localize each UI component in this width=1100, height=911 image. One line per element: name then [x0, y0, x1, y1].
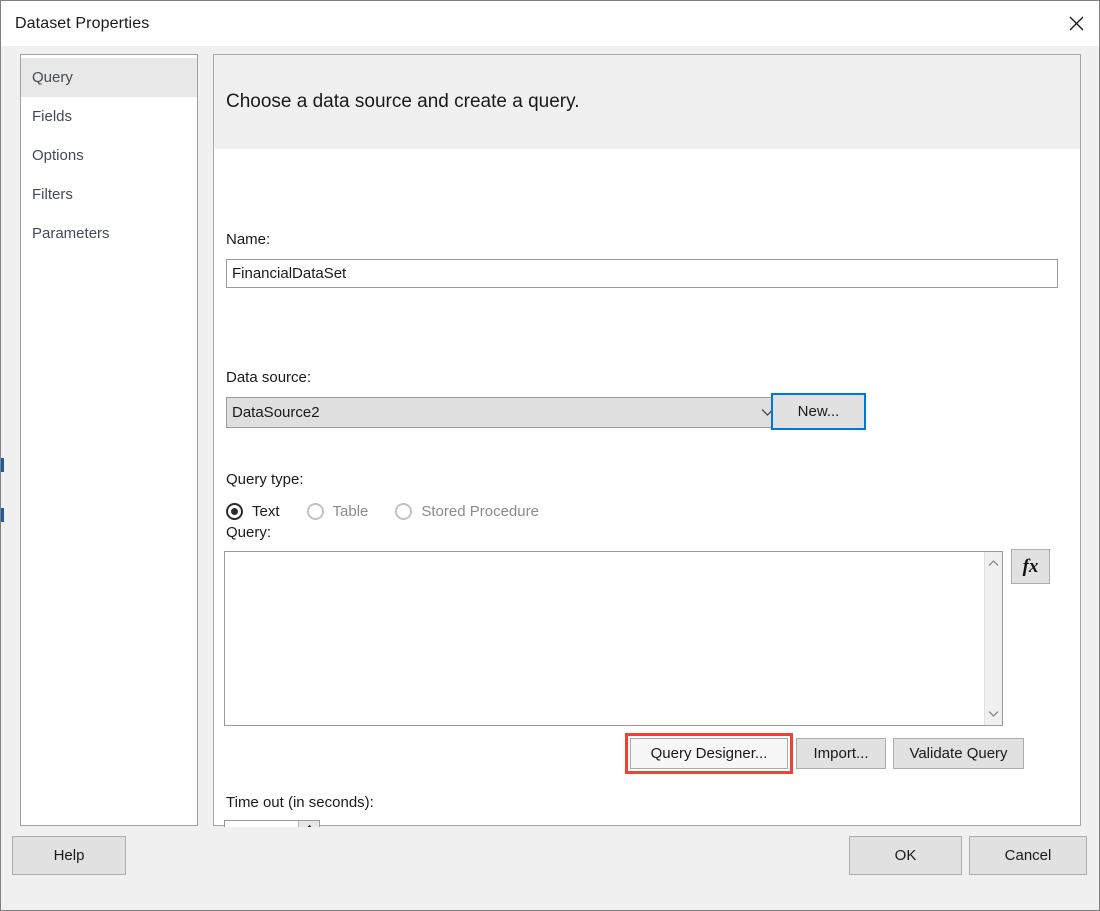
- expression-fx-button[interactable]: fx: [1011, 549, 1050, 584]
- sidebar-item-filters[interactable]: Filters: [21, 175, 197, 214]
- radio-query-type-text[interactable]: Text: [226, 503, 280, 520]
- cancel-label: Cancel: [1005, 847, 1052, 864]
- sidebar-item-parameters[interactable]: Parameters: [21, 214, 197, 253]
- sidebar-item-label: Options: [32, 147, 84, 164]
- query-designer-label: Query Designer...: [651, 745, 768, 762]
- data-source-dropdown[interactable]: DataSource2: [226, 397, 783, 428]
- ok-button[interactable]: OK: [849, 836, 962, 875]
- radio-query-type-stored-procedure[interactable]: Stored Procedure: [395, 503, 539, 520]
- chevron-up-icon[interactable]: [985, 555, 1003, 572]
- query-editor[interactable]: [224, 551, 1003, 726]
- sidebar-item-label: Parameters: [32, 225, 110, 242]
- sidebar-item-options[interactable]: Options: [21, 136, 197, 175]
- radio-label: Stored Procedure: [421, 503, 539, 520]
- validate-query-button[interactable]: Validate Query: [893, 738, 1024, 769]
- sidebar-item-label: Query: [32, 69, 73, 86]
- help-button[interactable]: Help: [12, 836, 126, 875]
- data-source-label: Data source:: [226, 369, 311, 386]
- edge-artifact-lower: [1, 508, 4, 522]
- fx-icon: fx: [1023, 556, 1039, 578]
- dialog-footer: Help OK Cancel: [1, 827, 1099, 910]
- panel-content: Name: Data source: DataSource2 New...: [214, 149, 1080, 825]
- timeout-label: Time out (in seconds):: [226, 794, 374, 811]
- sidebar-item-label: Filters: [32, 186, 73, 203]
- query-type-label: Query type:: [226, 471, 304, 488]
- query-page-panel: Choose a data source and create a query.…: [213, 54, 1081, 826]
- query-text-area[interactable]: [225, 552, 984, 725]
- dataset-properties-dialog: Dataset Properties Query Fields Options …: [0, 0, 1100, 911]
- new-data-source-label: New...: [798, 403, 840, 420]
- dialog-body: Query Fields Options Filters Parameters …: [1, 46, 1099, 827]
- radio-label: Text: [252, 503, 280, 520]
- import-label: Import...: [813, 745, 868, 762]
- data-source-value: DataSource2: [227, 404, 752, 421]
- radio-dot-icon: [395, 503, 412, 520]
- page-title: Choose a data source and create a query.: [214, 55, 1080, 113]
- sidebar-item-fields[interactable]: Fields: [21, 97, 197, 136]
- radio-dot-icon: [307, 503, 324, 520]
- cancel-button[interactable]: Cancel: [969, 836, 1087, 875]
- query-scrollbar[interactable]: [984, 552, 1002, 725]
- chevron-down-icon[interactable]: [985, 705, 1003, 722]
- help-label: Help: [54, 847, 85, 864]
- new-data-source-button[interactable]: New...: [771, 393, 866, 430]
- query-type-radio-group[interactable]: Text Table Stored Procedure: [226, 503, 566, 520]
- ok-label: OK: [895, 847, 917, 864]
- title-bar: Dataset Properties: [1, 1, 1099, 46]
- sidebar-item-label: Fields: [32, 108, 72, 125]
- validate-query-label: Validate Query: [909, 745, 1007, 762]
- query-label: Query:: [226, 524, 271, 541]
- radio-dot-icon: [226, 503, 243, 520]
- import-button[interactable]: Import...: [796, 738, 886, 769]
- page-navigation-list[interactable]: Query Fields Options Filters Parameters: [20, 54, 198, 826]
- window-title: Dataset Properties: [15, 15, 149, 33]
- name-input[interactable]: [226, 259, 1058, 288]
- query-designer-button[interactable]: Query Designer...: [630, 738, 788, 769]
- radio-query-type-table[interactable]: Table: [307, 503, 369, 520]
- name-label: Name:: [226, 231, 270, 248]
- sidebar-item-query[interactable]: Query: [21, 58, 197, 97]
- close-icon[interactable]: [1053, 1, 1099, 46]
- panel-header: Choose a data source and create a query.: [214, 55, 1080, 149]
- radio-label: Table: [333, 503, 369, 520]
- edge-artifact-upper: [1, 458, 4, 472]
